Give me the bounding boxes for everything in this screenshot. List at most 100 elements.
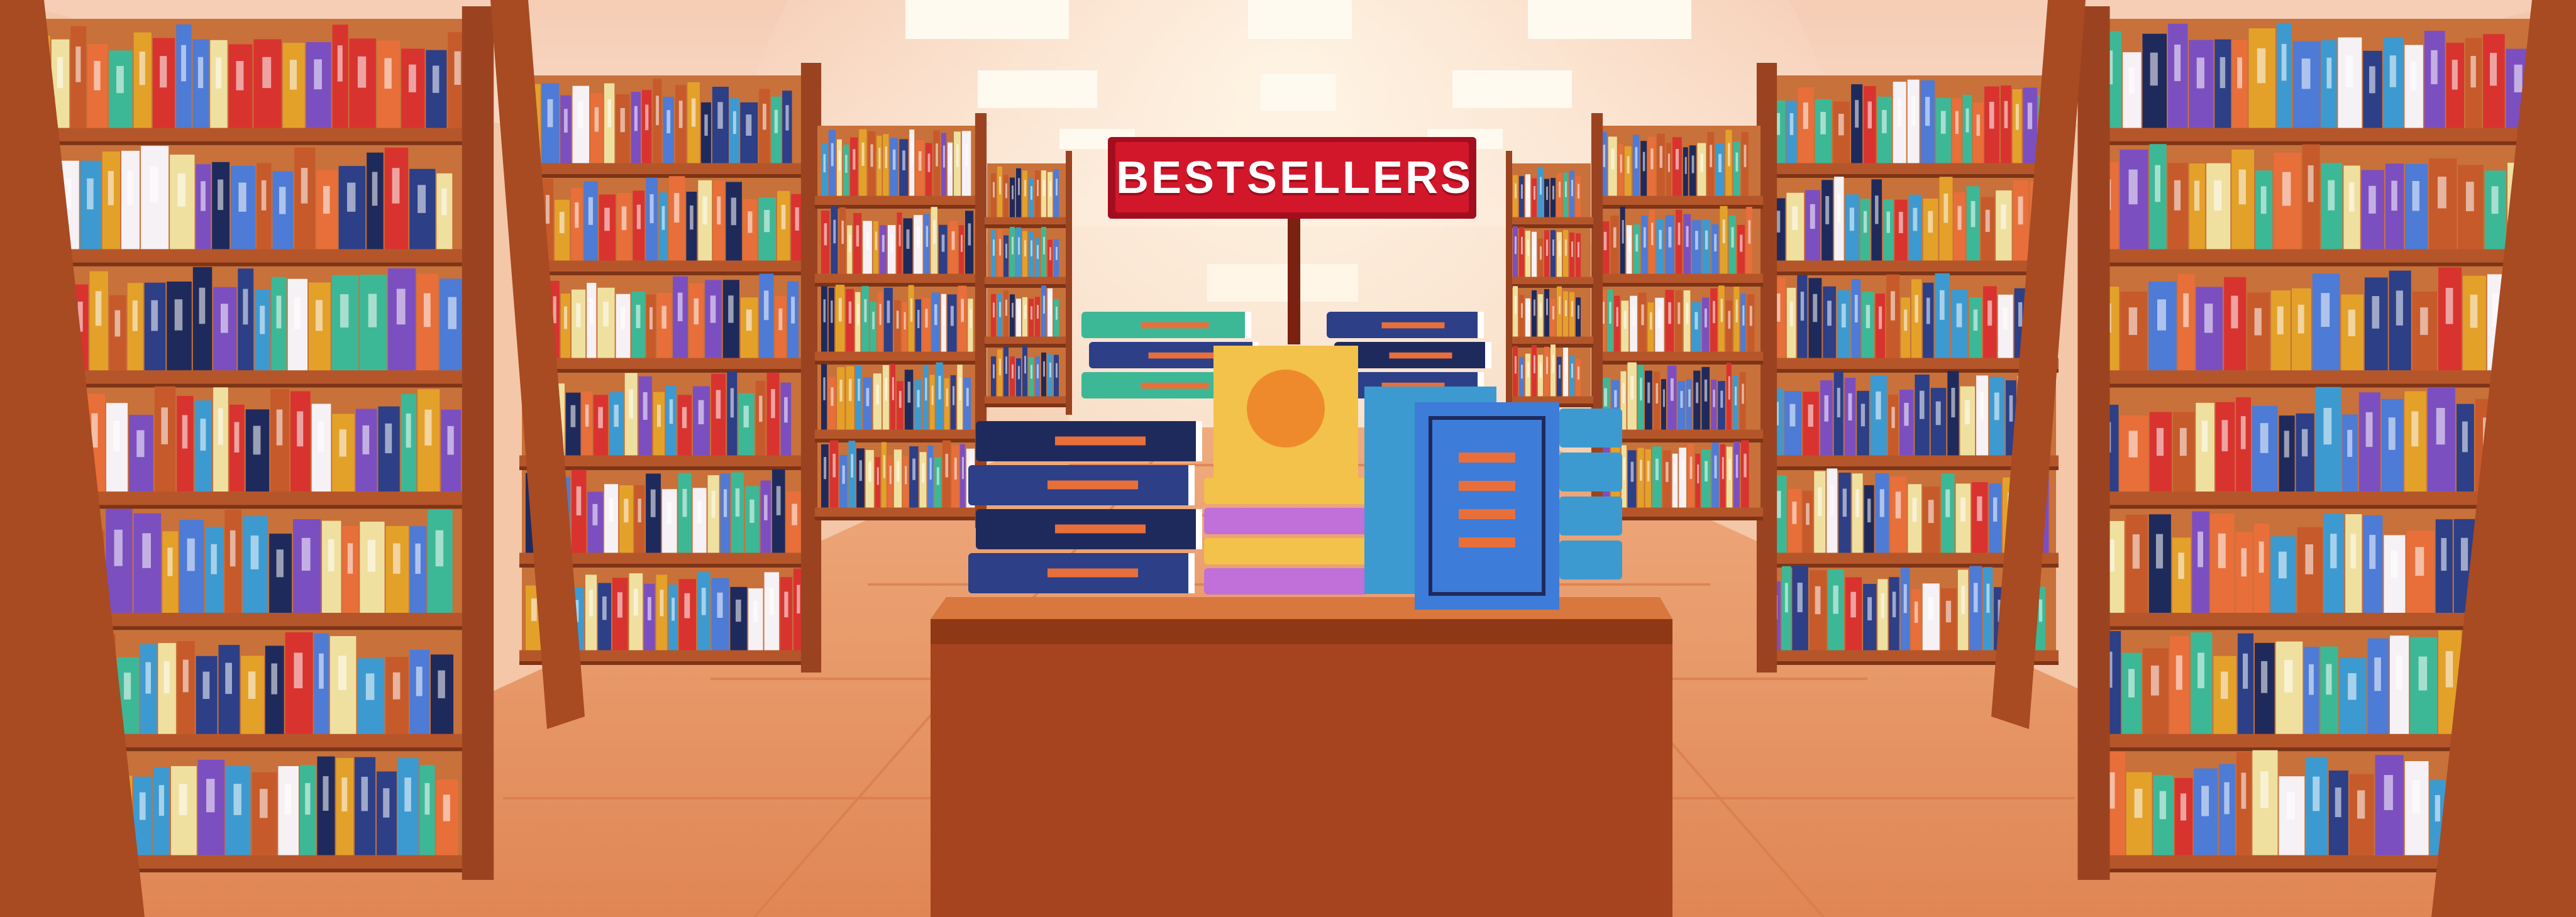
book-label	[200, 419, 206, 451]
book-label	[776, 486, 781, 515]
book-label	[435, 530, 444, 567]
book-label	[1850, 591, 1856, 618]
book-pages	[1196, 509, 1202, 549]
book-label	[149, 167, 158, 203]
book-label	[746, 309, 752, 331]
stacked-book	[1204, 478, 1368, 504]
book-label	[1876, 391, 1881, 420]
book-label	[950, 305, 954, 326]
book-label	[305, 782, 311, 815]
book-label	[1616, 307, 1618, 327]
book-label	[1735, 152, 1739, 172]
sign-pole	[1288, 212, 1300, 344]
book-label	[1825, 195, 1830, 224]
book-label	[638, 498, 641, 523]
book-label	[1005, 299, 1007, 316]
book-label	[1735, 299, 1738, 322]
book-label	[1037, 180, 1039, 197]
book-label	[993, 302, 995, 318]
book-label	[784, 591, 788, 618]
book-label	[609, 498, 614, 522]
book-label	[1891, 407, 1895, 429]
book-label	[968, 223, 971, 246]
ceiling-light	[1528, 0, 1691, 39]
book-label	[674, 193, 680, 223]
book-label	[365, 673, 375, 700]
book-label	[1578, 305, 1579, 319]
book-label	[1987, 300, 1993, 326]
book-label	[1565, 357, 1567, 375]
book-label	[868, 461, 871, 482]
book-label	[918, 151, 922, 171]
book-label	[590, 297, 594, 324]
book-label	[1749, 305, 1752, 326]
book-label	[907, 382, 911, 403]
book-label	[934, 304, 937, 326]
book-label	[206, 779, 215, 813]
book-label	[684, 593, 690, 618]
book-label	[2240, 416, 2246, 449]
book-label	[1842, 488, 1847, 517]
book-label	[645, 104, 649, 131]
book-label	[589, 590, 594, 617]
book-label	[682, 407, 687, 429]
book-label	[547, 99, 553, 128]
book-label	[404, 777, 411, 812]
book-label	[1928, 500, 1934, 524]
book-label	[730, 388, 734, 418]
book-label	[177, 173, 185, 207]
book-label	[2219, 57, 2226, 89]
book-label	[604, 207, 610, 231]
book-label	[887, 300, 890, 323]
book-label	[678, 101, 683, 128]
shelf-plank-edge	[519, 369, 814, 373]
book-label	[1559, 365, 1561, 379]
book-label	[1678, 302, 1681, 324]
book-label	[563, 306, 568, 329]
book-label	[636, 204, 641, 229]
book-label	[1609, 302, 1611, 324]
book-label	[649, 307, 653, 330]
book-label	[1622, 383, 1625, 404]
book-label	[1534, 299, 1535, 316]
book-label	[1546, 299, 1548, 316]
book-label	[791, 297, 795, 324]
book-label	[2412, 180, 2419, 211]
book-label	[2214, 180, 2222, 211]
book-label	[1005, 243, 1007, 258]
book-label	[999, 239, 1001, 256]
book-label	[2197, 531, 2203, 568]
book-label	[261, 180, 267, 211]
book-label	[691, 98, 696, 127]
book-label	[339, 429, 346, 457]
sign-label: BESTSELLERS	[1116, 153, 1474, 203]
book-label	[650, 489, 656, 517]
book-label	[736, 599, 741, 622]
book-label	[1515, 184, 1517, 199]
book-label	[2201, 420, 2208, 452]
shelf-plank-edge	[1506, 344, 1593, 348]
book-label	[1527, 182, 1529, 198]
book-label	[438, 670, 445, 698]
shelf-plank-edge	[2091, 262, 2555, 266]
book-label	[262, 57, 272, 89]
book-label	[823, 299, 826, 322]
book-label	[424, 782, 430, 815]
book-label	[1700, 153, 1703, 172]
book-label	[778, 308, 783, 331]
book-label	[1955, 111, 1959, 134]
book-label	[182, 659, 189, 693]
book-label	[1720, 390, 1723, 408]
book-label	[2470, 56, 2476, 88]
book-label	[1919, 390, 1925, 419]
book-label	[432, 65, 439, 93]
book-label	[271, 663, 277, 695]
book-label	[301, 168, 308, 204]
book-label	[896, 310, 899, 329]
book-label	[2155, 165, 2161, 202]
book-label	[301, 537, 311, 571]
book-label	[1800, 292, 1805, 321]
book-label	[145, 662, 152, 694]
book-label	[1686, 302, 1689, 324]
book-label	[961, 456, 964, 480]
